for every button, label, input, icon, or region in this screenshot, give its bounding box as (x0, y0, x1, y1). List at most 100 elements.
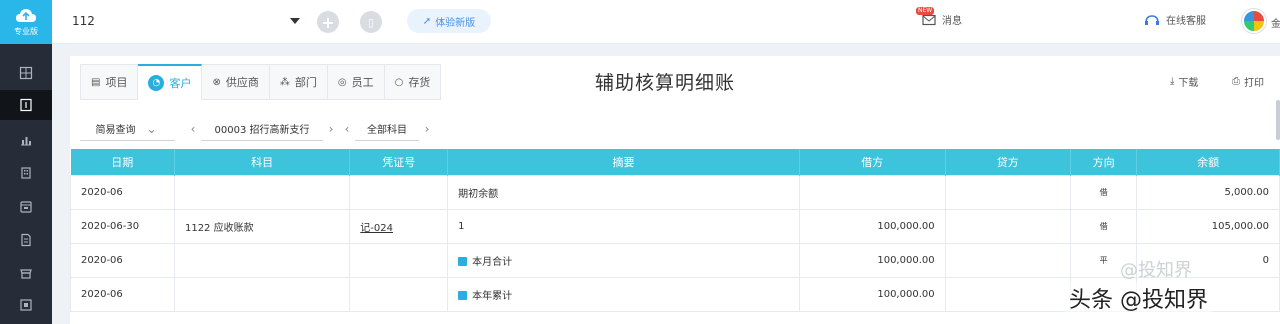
page-title: 辅助核算明细账 (595, 72, 736, 94)
query-mode-select[interactable]: 简易查询 ⌄ (80, 117, 175, 141)
tab-label: 员工 (351, 76, 374, 89)
message-label: 消息 (942, 16, 962, 27)
header-debit[interactable]: 借方 (799, 149, 946, 175)
online-service-button[interactable]: 在线客服 (1144, 12, 1206, 27)
table-row: 2020-06 本月合计 100,000.00 平 0 (70, 242, 1280, 278)
table-row: 2020-06 期初余额 借 5,000.00 (70, 174, 1280, 210)
summary-text: 本年累计 (472, 290, 513, 302)
download-button[interactable]: ⤓ 下载 (1170, 74, 1198, 89)
sidebar-item-inventory[interactable] (0, 192, 52, 222)
sidebar: 专业版 (0, 0, 52, 324)
headset-icon (1145, 14, 1159, 25)
sidebar-item-settings[interactable] (0, 290, 52, 320)
download-label: 下载 (1178, 78, 1199, 89)
summary-text: 本月合计 (472, 256, 513, 268)
voucher-icon (19, 66, 33, 80)
prev-subject-button[interactable]: ‹ (339, 122, 355, 136)
supplier-icon: ⊗ (212, 76, 221, 88)
cell-credit (944, 208, 1071, 244)
tab-employee[interactable]: ◎ 员工 (327, 64, 385, 100)
header-direction[interactable]: 方向 (1070, 149, 1138, 175)
cell-credit (944, 174, 1071, 210)
cell-summary: 期初余额 (447, 174, 800, 210)
tab-label: 存货 (408, 76, 431, 89)
messages-button[interactable]: NEW 消息 (916, 7, 962, 27)
next-customer-button[interactable]: › (323, 122, 339, 136)
sidebar-item-voucher[interactable] (0, 58, 52, 88)
cell-debit: 100,000.00 (798, 208, 946, 244)
header-credit[interactable]: 贷方 (945, 149, 1071, 175)
customer-select[interactable]: 00003 招行高新支行 (201, 117, 323, 141)
header-date[interactable]: 日期 (70, 149, 175, 175)
cell-summary: 本年累计 (447, 276, 800, 312)
cell-subject (173, 174, 351, 210)
header-summary[interactable]: 摘要 (447, 149, 800, 175)
new-badge: NEW (916, 7, 935, 15)
header-subject[interactable]: 科目 (174, 149, 351, 175)
print-label: 打印 (1244, 78, 1264, 89)
settings-icon (20, 299, 32, 311)
prev-customer-button[interactable]: ‹ (185, 122, 201, 136)
cell-subject: 1122 应收账款 (173, 208, 351, 244)
sidebar-item-assets[interactable] (0, 158, 52, 188)
online-label: 在线客服 (1166, 16, 1206, 27)
summary-text: 期初余额 (458, 188, 499, 200)
header-balance[interactable]: 余额 (1136, 149, 1280, 175)
cell-date: 2020-06 (70, 174, 175, 210)
trial-new-version-button[interactable]: ➚ 体验新版 (407, 9, 491, 33)
auxiliary-tabs: ▤ 项目 ◔ 客户 ⊗ 供应商 ⁂ 部门 ◎ 员工 ○ 存货 (80, 64, 442, 100)
plus-icon: + (321, 12, 335, 32)
sidebar-item-shop[interactable] (0, 258, 52, 288)
summary-text: 1 (458, 220, 465, 232)
sidebar-item-documents[interactable] (0, 225, 52, 255)
cell-voucher (349, 276, 449, 312)
table-header-row: 日期 科目 凭证号 摘要 借方 贷方 方向 余额 (70, 149, 1280, 175)
user-name: 金 (1271, 19, 1280, 30)
account-value: 112 (72, 14, 95, 28)
tab-customer[interactable]: ◔ 客户 (138, 64, 203, 100)
tab-project[interactable]: ▤ 项目 (80, 64, 139, 100)
cell-balance: 105,000.00 (1136, 208, 1280, 244)
rocket-icon: ➚ (422, 15, 432, 27)
account-settings-button[interactable]: ▯ (360, 11, 382, 33)
user-avatar[interactable] (1242, 9, 1266, 33)
building-icon (21, 167, 31, 179)
next-subject-button[interactable]: › (419, 122, 435, 136)
stock-icon: ○ (394, 76, 404, 88)
account-select[interactable]: 112 (72, 10, 302, 32)
tab-supplier[interactable]: ⊗ 供应商 (202, 64, 270, 100)
download-icon: ⤓ (1170, 76, 1175, 87)
voucher-link[interactable]: 记-024 (360, 223, 393, 234)
subtotal-icon (458, 290, 468, 300)
subject-select[interactable]: 全部科目 (355, 117, 419, 141)
cell-credit (944, 242, 1071, 278)
subtotal-icon (458, 256, 468, 266)
header-voucher[interactable]: 凭证号 (349, 149, 449, 175)
book-icon: ▯ (367, 15, 375, 29)
chevron-down-icon: ⌄ (146, 121, 157, 136)
filter-bar: 简易查询 ⌄ ‹ 00003 招行高新支行 › ‹ 全部科目 › (80, 116, 435, 142)
cell-direction: 借 (1069, 208, 1138, 244)
tab-label: 供应商 (225, 76, 259, 89)
sidebar-item-reports[interactable] (0, 125, 52, 155)
add-account-button[interactable]: + (317, 11, 339, 33)
app-logo[interactable]: 专业版 (0, 0, 52, 44)
query-mode-value: 简易查询 (95, 125, 136, 136)
logo-text: 专业版 (14, 27, 38, 36)
cell-voucher (349, 174, 449, 210)
list-icon: ▤ (91, 76, 101, 88)
print-button[interactable]: ⎙ 打印 (1232, 74, 1264, 89)
cell-subject (173, 276, 351, 312)
cell-direction: 借 (1069, 174, 1138, 210)
employee-icon: ◎ (337, 76, 347, 88)
tab-label: 客户 (169, 76, 192, 90)
sidebar-item-ledger[interactable] (0, 90, 52, 120)
tab-department[interactable]: ⁂ 部门 (269, 64, 328, 100)
cell-subject (173, 242, 351, 278)
vertical-scrollbar[interactable] (1276, 100, 1280, 140)
cell-debit: 100,000.00 (798, 242, 946, 278)
message-icon (922, 14, 936, 25)
cloud-logo-icon (16, 9, 36, 22)
printer-icon: ⎙ (1232, 76, 1240, 87)
tab-stock[interactable]: ○ 存货 (384, 64, 442, 100)
